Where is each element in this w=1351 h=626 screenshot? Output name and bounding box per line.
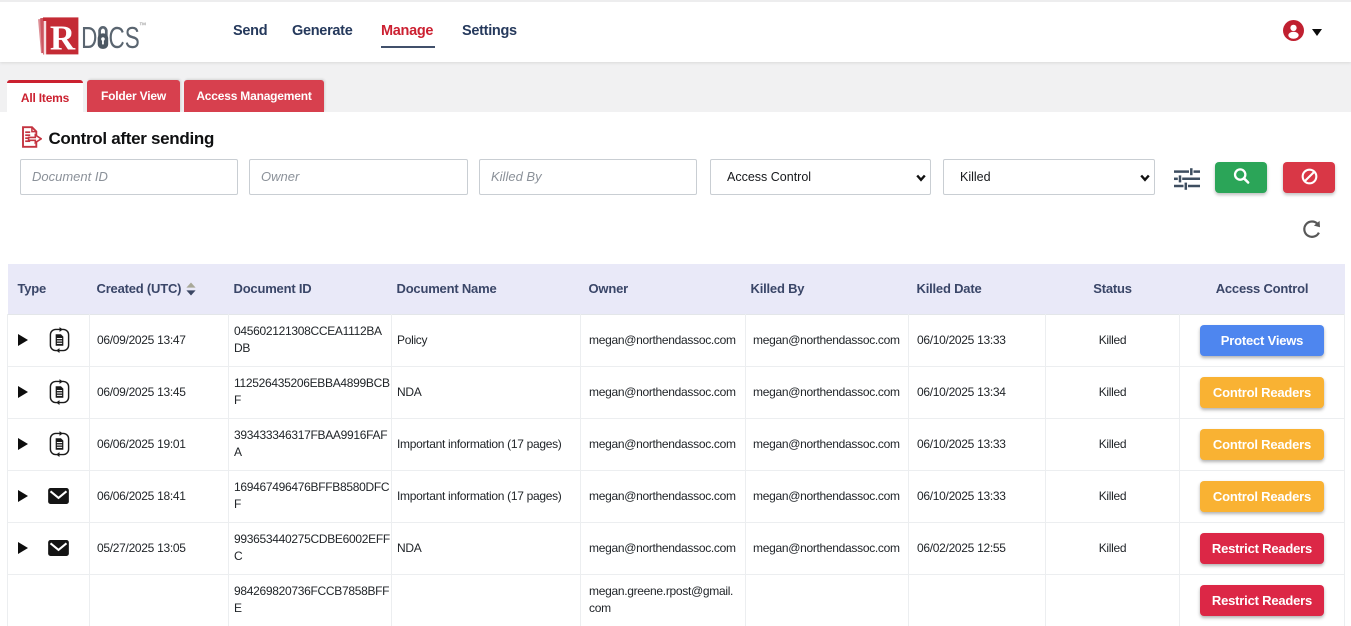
svg-text:D: D [81, 19, 97, 54]
svg-text:R: R [50, 19, 76, 58]
svg-text:CS: CS [109, 19, 140, 54]
svg-text:™: ™ [139, 21, 147, 30]
